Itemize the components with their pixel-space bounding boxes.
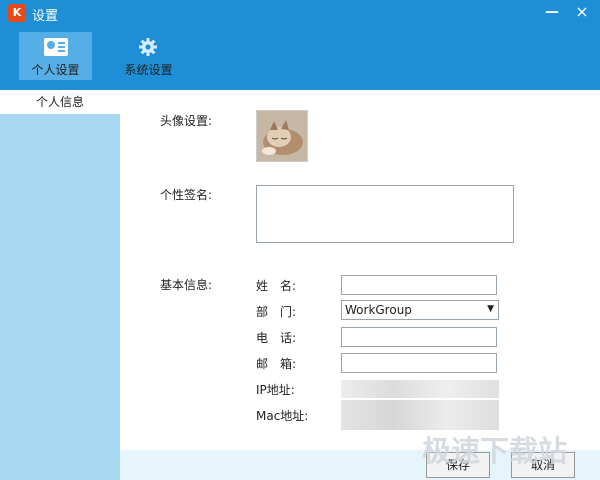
app-logo-icon: K [8, 4, 26, 22]
name-label: 姓 名: [256, 279, 297, 293]
department-label: 部 门: [256, 305, 297, 319]
id-card-icon [44, 38, 68, 56]
tab-system-settings-label: 系统设置 [124, 63, 173, 77]
tab-personal-settings[interactable]: 个人设置 [19, 32, 92, 80]
ip-value-redacted [341, 380, 499, 398]
minimize-button[interactable]: — [540, 3, 564, 21]
window-title: 设置 [32, 9, 59, 24]
cat-avatar-image [257, 111, 307, 161]
phone-label: 电 话: [256, 331, 297, 345]
name-input[interactable] [341, 275, 497, 295]
sidebar-item-personal-info[interactable]: 个人信息 [0, 90, 120, 114]
phone-input[interactable] [341, 327, 497, 347]
avatar[interactable] [256, 110, 308, 162]
email-input[interactable] [341, 353, 497, 373]
department-select-value: WorkGroup [345, 303, 412, 317]
gear-icon [139, 38, 157, 56]
signature-textarea[interactable] [256, 185, 514, 243]
header: K 设置 — × 个人设置 系统设置 [0, 0, 600, 90]
email-label: 邮 箱: [256, 357, 297, 371]
ip-label: IP地址: [256, 383, 295, 397]
close-button[interactable]: × [570, 3, 594, 21]
sidebar: 个人信息 [0, 90, 120, 480]
tab-system-settings[interactable]: 系统设置 [112, 32, 185, 80]
dropdown-arrow-icon: ▼ [487, 304, 494, 314]
department-select[interactable]: WorkGroup ▼ [341, 300, 499, 320]
mac-value-redacted [341, 400, 499, 430]
signature-label: 个性签名: [160, 188, 213, 202]
watermark: 极速下载站 [422, 434, 568, 468]
avatar-label: 头像设置: [160, 114, 213, 128]
tab-personal-settings-label: 个人设置 [31, 63, 80, 77]
mac-label: Mac地址: [256, 409, 309, 423]
title-bar: K 设置 — × [0, 0, 600, 26]
basic-info-label: 基本信息: [160, 278, 213, 292]
